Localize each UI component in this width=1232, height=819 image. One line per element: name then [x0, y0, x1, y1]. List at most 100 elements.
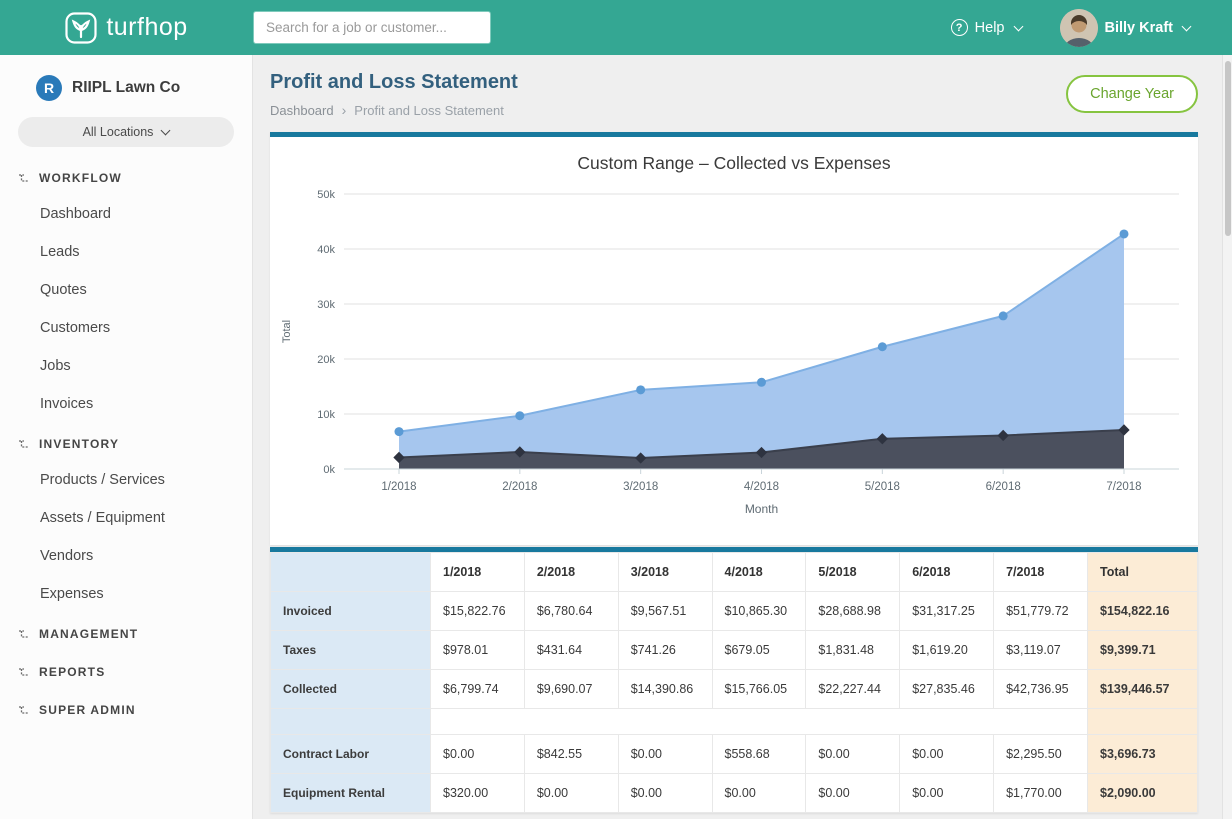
total-cell: $139,446.57 [1088, 670, 1198, 709]
row-label: Taxes [271, 631, 431, 670]
row-label [271, 709, 431, 735]
value-cell: $15,766.05 [712, 670, 806, 709]
tree-branch-icon [18, 666, 31, 678]
pnl-table: 1/20182/20183/20184/20185/20186/20187/20… [270, 552, 1198, 813]
value-cell: $9,690.07 [524, 670, 618, 709]
table-header-row: 1/20182/20183/20184/20185/20186/20187/20… [271, 553, 1198, 592]
value-cell: $0.00 [431, 735, 525, 774]
svg-text:Total: Total [281, 320, 293, 343]
sidebar-item-customers[interactable]: Customers [0, 309, 252, 347]
value-cell: $0.00 [900, 774, 994, 813]
value-cell: $0.00 [806, 735, 900, 774]
column-header [271, 553, 431, 592]
value-cell [524, 709, 618, 735]
table-row [271, 709, 1198, 735]
locations-dropdown[interactable]: All Locations [18, 117, 234, 147]
tree-branch-icon [18, 172, 31, 184]
value-cell: $679.05 [712, 631, 806, 670]
svg-text:0k: 0k [323, 464, 335, 476]
row-label: Contract Labor [271, 735, 431, 774]
main-content: Profit and Loss Statement Dashboard › Pr… [254, 55, 1222, 819]
column-header: 5/2018 [806, 553, 900, 592]
table-row: Taxes$978.01$431.64$741.26$679.05$1,831.… [271, 631, 1198, 670]
column-header: 6/2018 [900, 553, 994, 592]
sidebar-item-quotes[interactable]: Quotes [0, 271, 252, 309]
value-cell: $0.00 [806, 774, 900, 813]
sidebar-item-vendors[interactable]: Vendors [0, 537, 252, 575]
chart-title: Custom Range – Collected vs Expenses [270, 137, 1198, 174]
value-cell: $27,835.46 [900, 670, 994, 709]
tree-branch-icon [18, 628, 31, 640]
scrollbar-thumb[interactable] [1225, 61, 1231, 236]
sidebar-section-inventory[interactable]: INVENTORY [0, 423, 252, 461]
sidebar-section-reports[interactable]: REPORTS [0, 651, 252, 689]
value-cell: $9,567.51 [618, 592, 712, 631]
value-cell: $0.00 [712, 774, 806, 813]
sidebar-section-workflow[interactable]: WORKFLOW [0, 157, 252, 195]
total-cell [1088, 709, 1198, 735]
value-cell: $0.00 [618, 735, 712, 774]
column-header: 4/2018 [712, 553, 806, 592]
sidebar-nav: WORKFLOW DashboardLeadsQuotesCustomersJob… [0, 157, 252, 727]
sidebar-item-expenses[interactable]: Expenses [0, 575, 252, 613]
sidebar-item-jobs[interactable]: Jobs [0, 347, 252, 385]
user-name: Billy Kraft [1105, 20, 1174, 36]
column-header: Total [1088, 553, 1198, 592]
value-cell: $1,770.00 [994, 774, 1088, 813]
sidebar-section-label: INVENTORY [39, 437, 119, 451]
tree-branch-icon [18, 704, 31, 716]
value-cell: $1,831.48 [806, 631, 900, 670]
sidebar-item-invoices[interactable]: Invoices [0, 385, 252, 423]
sidebar-section-super-admin[interactable]: SUPER ADMIN [0, 689, 252, 727]
value-cell: $3,119.07 [994, 631, 1088, 670]
row-label: Collected [271, 670, 431, 709]
value-cell: $0.00 [618, 774, 712, 813]
search-input[interactable] [253, 11, 491, 44]
sidebar-section-label: WORKFLOW [39, 171, 122, 185]
value-cell: $15,822.76 [431, 592, 525, 631]
sidebar-section-label: SUPER ADMIN [39, 703, 136, 717]
sidebar-item-leads[interactable]: Leads [0, 233, 252, 271]
svg-text:5/2018: 5/2018 [865, 481, 900, 493]
sidebar-item-assets-equipment[interactable]: Assets / Equipment [0, 499, 252, 537]
sidebar-section-label: MANAGEMENT [39, 627, 138, 641]
value-cell: $0.00 [524, 774, 618, 813]
user-menu[interactable]: Billy Kraft [1060, 9, 1191, 47]
company-name: RIIPL Lawn Co [72, 79, 180, 97]
svg-text:40k: 40k [317, 244, 335, 256]
sidebar-section-label: REPORTS [39, 665, 105, 679]
table-row: Invoiced$15,822.76$6,780.64$9,567.51$10,… [271, 592, 1198, 631]
value-cell: $6,799.74 [431, 670, 525, 709]
page-scrollbar[interactable] [1222, 55, 1232, 819]
brand: turfhop [0, 12, 253, 44]
locations-label: All Locations [83, 125, 154, 139]
value-cell: $978.01 [431, 631, 525, 670]
total-cell: $9,399.71 [1088, 631, 1198, 670]
svg-text:10k: 10k [317, 409, 335, 421]
value-cell: $14,390.86 [618, 670, 712, 709]
sidebar: R RIIPL Lawn Co All Locations WORKFLOW Da… [0, 55, 253, 819]
value-cell: $741.26 [618, 631, 712, 670]
company-selector[interactable]: R RIIPL Lawn Co [0, 55, 252, 115]
sidebar-item-dashboard[interactable]: Dashboard [0, 195, 252, 233]
table-row: Contract Labor$0.00$842.55$0.00$558.68$0… [271, 735, 1198, 774]
breadcrumb-separator-icon: › [342, 102, 347, 118]
value-cell: $1,619.20 [900, 631, 994, 670]
svg-text:3/2018: 3/2018 [623, 481, 658, 493]
row-label: Equipment Rental [271, 774, 431, 813]
svg-text:7/2018: 7/2018 [1106, 481, 1141, 493]
svg-text:6/2018: 6/2018 [986, 481, 1021, 493]
breadcrumb-dashboard[interactable]: Dashboard [270, 103, 334, 118]
sidebar-section-management[interactable]: MANAGEMENT [0, 613, 252, 651]
pnl-table-card: 1/20182/20183/20184/20185/20186/20187/20… [270, 547, 1198, 813]
topbar-right: ? Help Billy Kraft [951, 9, 1232, 47]
tree-branch-icon [18, 438, 31, 450]
column-header: 7/2018 [994, 553, 1088, 592]
value-cell: $558.68 [712, 735, 806, 774]
value-cell: $42,736.95 [994, 670, 1088, 709]
value-cell: $28,688.98 [806, 592, 900, 631]
brand-name: turfhop [106, 13, 187, 42]
help-menu[interactable]: ? Help [951, 19, 1022, 36]
change-year-button[interactable]: Change Year [1066, 75, 1198, 113]
sidebar-item-products-services[interactable]: Products / Services [0, 461, 252, 499]
